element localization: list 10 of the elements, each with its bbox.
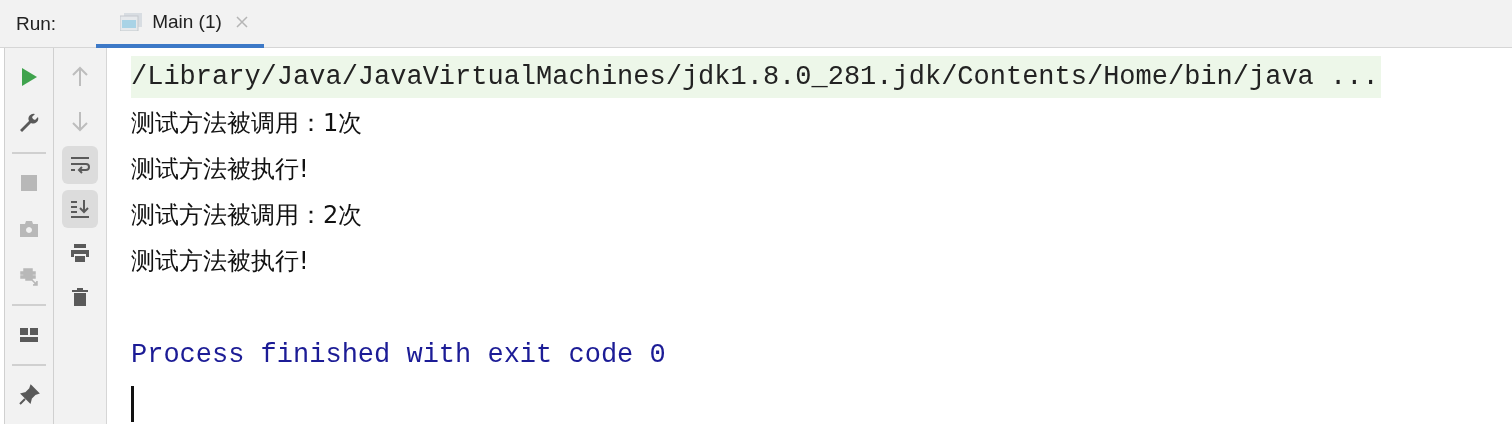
scrollend-icon[interactable]: [62, 190, 98, 228]
console-line: Process finished with exit code 0: [131, 340, 666, 370]
window-icon: [120, 13, 143, 31]
console-line: 测试方法被调用：1次: [131, 108, 363, 139]
console-line: 测试方法被执行!: [131, 246, 309, 277]
console-line: 测试方法被调用：2次: [131, 200, 363, 231]
console-line: 测试方法被执行!: [131, 154, 309, 185]
wrap-icon[interactable]: [62, 146, 98, 184]
run-tab[interactable]: Main (1): [96, 0, 264, 48]
run-label: Run:: [16, 11, 57, 36]
